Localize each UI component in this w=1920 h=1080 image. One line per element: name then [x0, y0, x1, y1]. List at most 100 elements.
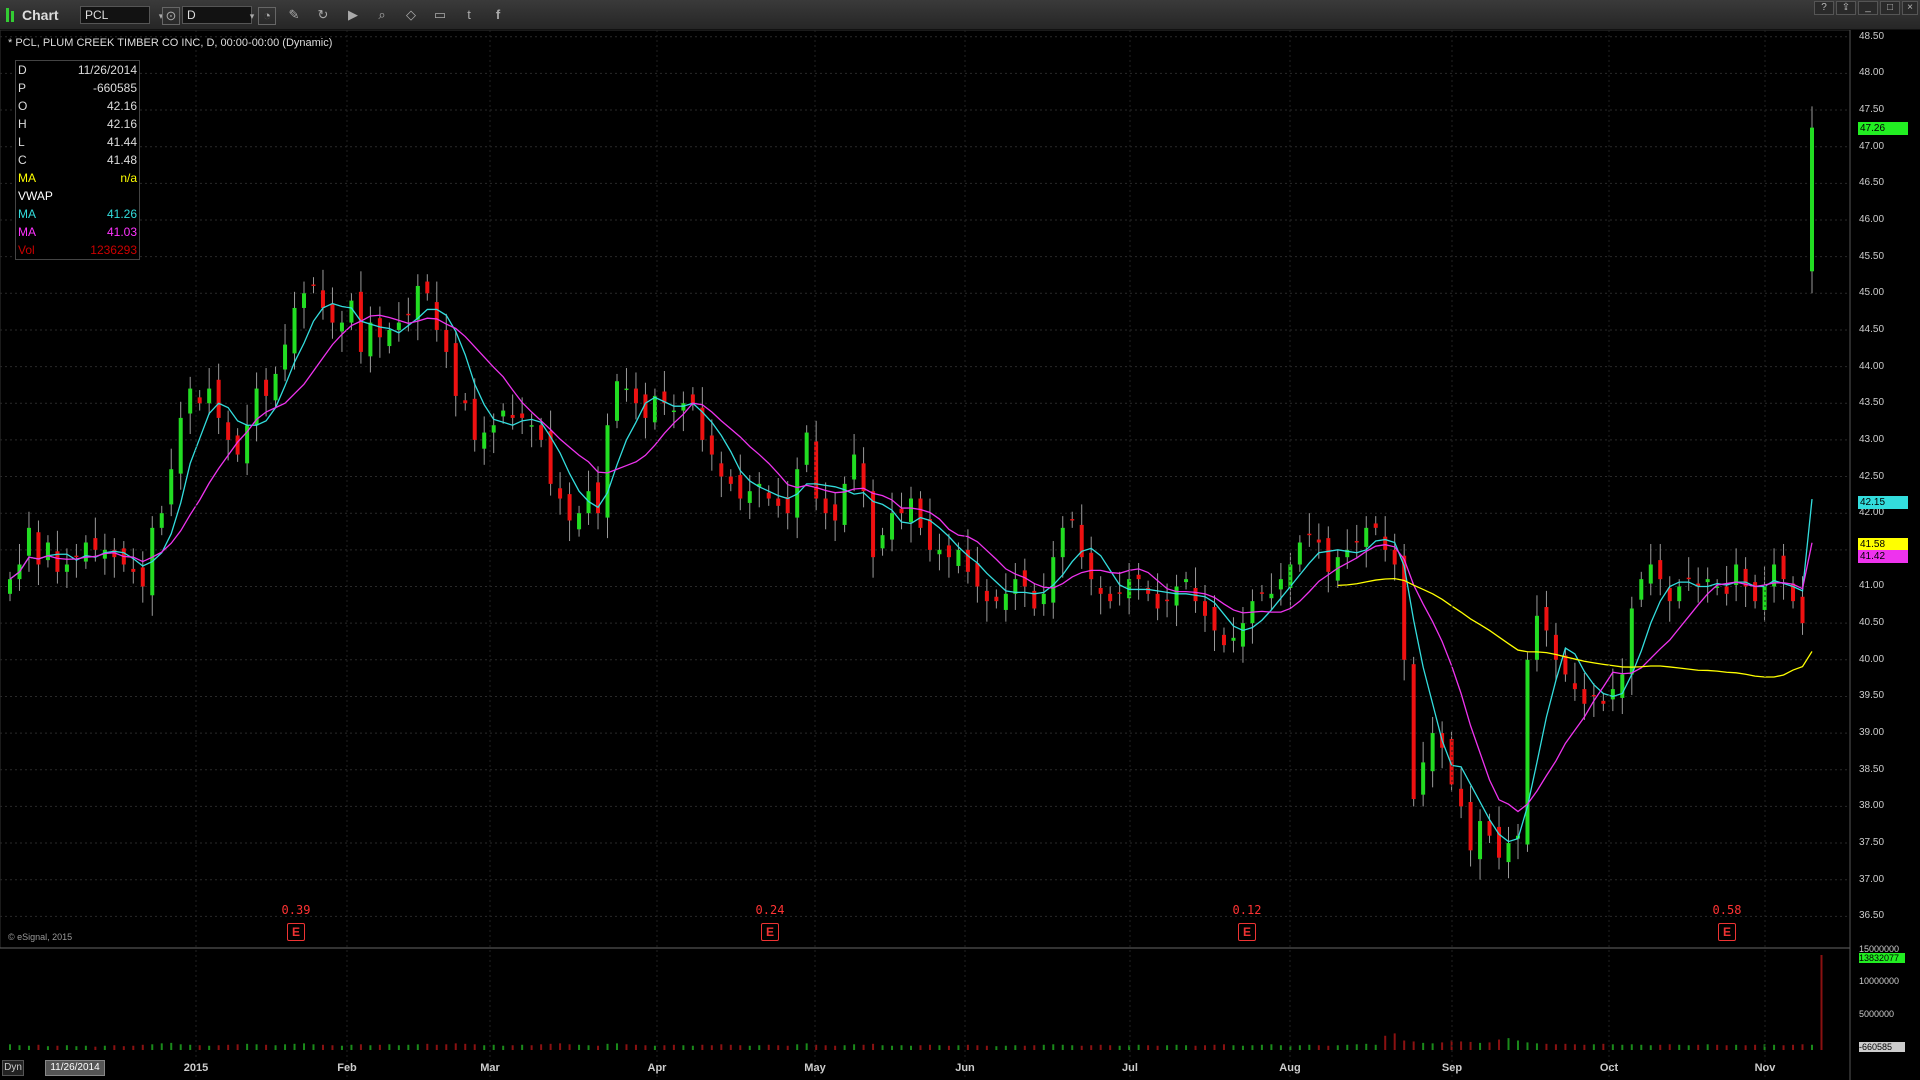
candle-body	[444, 329, 449, 352]
volume-bar	[1393, 1033, 1396, 1050]
facebook-icon[interactable]: f	[490, 7, 506, 23]
data-window-value: 42.16	[106, 99, 137, 113]
help-button[interactable]: ?	[1814, 1, 1834, 15]
candle-body	[74, 555, 79, 558]
candle-body	[491, 425, 496, 433]
chat-icon[interactable]: ▭	[432, 7, 448, 23]
dynamic-button[interactable]: Dyn	[2, 1060, 24, 1076]
volume-bar	[862, 1044, 865, 1050]
volume-bar	[1431, 1043, 1434, 1050]
candle-body	[1544, 607, 1549, 631]
restore-button[interactable]: □	[1880, 1, 1900, 15]
candle-body	[1591, 694, 1596, 697]
volume-bar	[1109, 1045, 1112, 1050]
tag-icon[interactable]: ◇	[403, 7, 419, 23]
candle-body	[434, 302, 439, 330]
candle-body	[766, 492, 771, 499]
y-tick-label: 45.50	[1859, 250, 1885, 262]
crosshair-icon[interactable]: ⊙	[162, 7, 180, 25]
candle-body	[1601, 700, 1606, 704]
volume-bar	[274, 1045, 277, 1050]
candle-body	[1354, 541, 1359, 543]
volume-bar	[1678, 1044, 1681, 1050]
volume-bar	[1820, 955, 1823, 1050]
candle-body	[899, 508, 904, 514]
close-button[interactable]: ×	[1902, 1, 1918, 15]
earnings-icon[interactable]: E	[761, 923, 779, 941]
candle-body	[1667, 587, 1672, 602]
volume-bar	[1583, 1044, 1586, 1050]
volume-bar	[170, 1042, 173, 1050]
volume-bar	[625, 1044, 628, 1050]
candle-body	[1003, 593, 1008, 610]
y-tick-label: 37.50	[1859, 837, 1885, 849]
y-tick-label: 42.50	[1859, 470, 1885, 482]
x-tick-label: Sep	[1441, 1062, 1463, 1074]
candle-body	[975, 563, 980, 587]
volume-bar	[1469, 1041, 1472, 1050]
volume-bar	[483, 1045, 486, 1050]
data-window-value: -660585	[92, 81, 137, 95]
volume-bar	[739, 1045, 742, 1050]
volume-bar	[644, 1045, 647, 1050]
volume-bar	[208, 1045, 211, 1050]
earnings-value: 0.24	[755, 903, 785, 917]
earnings-icon[interactable]: E	[1718, 923, 1736, 941]
volume-bar	[1659, 1044, 1662, 1050]
candle-body	[918, 498, 923, 528]
earnings-icon[interactable]: E	[287, 923, 305, 941]
candle-body	[690, 394, 695, 404]
candle-body	[264, 379, 269, 396]
volume-bar	[56, 1045, 59, 1050]
volume-bar	[1346, 1044, 1349, 1050]
data-window-label: MA	[18, 225, 36, 239]
candle-body	[169, 469, 174, 505]
refresh-icon[interactable]: ↻	[315, 7, 331, 23]
volume-bar	[1573, 1044, 1576, 1050]
pin-icon[interactable]: ⇪	[1836, 1, 1856, 15]
volume-bar	[1213, 1044, 1216, 1050]
data-window-label: MA	[18, 171, 36, 185]
play-icon[interactable]: ▶	[345, 7, 361, 23]
minimize-button[interactable]: _	[1858, 1, 1878, 15]
candle-body	[529, 425, 534, 427]
pencil-icon[interactable]: ✎	[286, 7, 302, 23]
candle-body	[1629, 608, 1634, 675]
candle-body	[1411, 664, 1416, 800]
candle-body	[273, 373, 278, 401]
volume-bar	[891, 1045, 894, 1050]
candle-body	[814, 441, 819, 499]
volume-bar	[1241, 1045, 1244, 1050]
volume-bar	[426, 1043, 429, 1050]
candle-body	[984, 590, 989, 602]
interval-input[interactable]: D	[182, 6, 252, 24]
candle-body	[510, 414, 515, 418]
twitter-icon[interactable]: t	[461, 7, 477, 23]
volume-bar	[1526, 1042, 1529, 1050]
symbol-input[interactable]: PCL	[80, 6, 150, 24]
volume-bar	[1033, 1045, 1036, 1050]
volume-bar	[758, 1045, 761, 1050]
earnings-icon[interactable]: E	[1238, 923, 1256, 941]
volume-bar	[1308, 1044, 1311, 1050]
volume-bar	[796, 1044, 799, 1050]
data-window-row: Vol 1236293	[16, 241, 139, 259]
candle-body	[1705, 579, 1710, 583]
volume-bar	[1052, 1044, 1055, 1050]
data-window-value: 41.03	[106, 225, 137, 239]
y-tick-label: 38.00	[1859, 800, 1885, 812]
search-icon[interactable]: ⌕	[374, 7, 390, 23]
volume-bar	[1090, 1045, 1093, 1050]
data-window-value: 42.16	[106, 117, 137, 131]
candle-body	[1506, 843, 1511, 863]
price-tag: 42.15	[1858, 496, 1908, 510]
volume-bar	[976, 1045, 979, 1050]
candle-body	[747, 491, 752, 503]
clock-icon[interactable]: ◔	[258, 7, 276, 25]
volume-bar	[597, 1045, 600, 1050]
volume-bar	[1498, 1039, 1501, 1050]
price-tag: 47.26	[1858, 121, 1908, 135]
y-tick-label: 46.00	[1859, 213, 1885, 225]
volume-bar	[947, 1045, 950, 1050]
volume-bar	[1706, 1044, 1709, 1050]
